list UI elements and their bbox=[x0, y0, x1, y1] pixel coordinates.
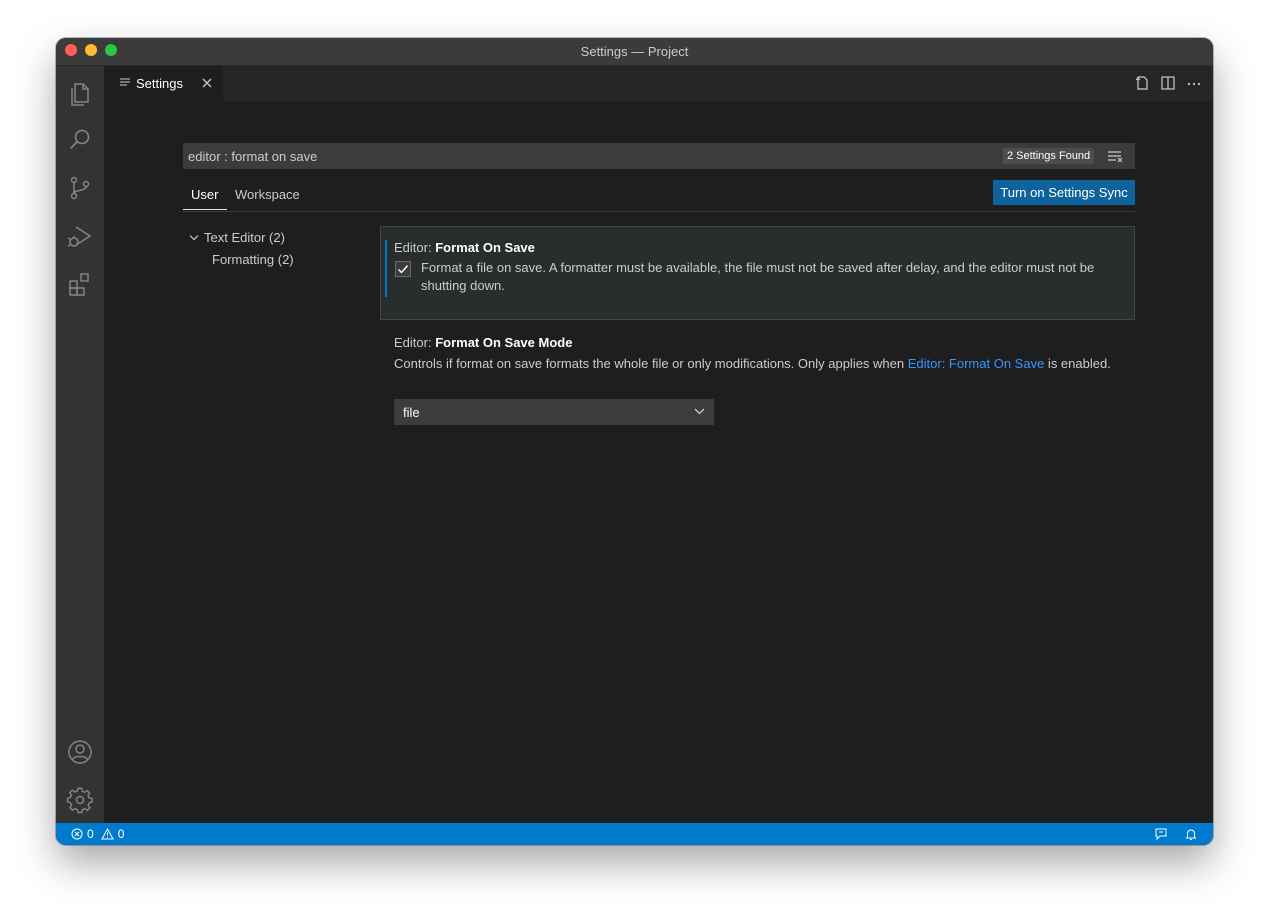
check-icon bbox=[398, 265, 409, 274]
activity-bar bbox=[56, 66, 104, 823]
format-on-save-mode-select[interactable]: file bbox=[394, 399, 714, 425]
format-on-save-link[interactable]: Editor: Format On Save bbox=[908, 356, 1045, 371]
tab-user[interactable]: User bbox=[191, 187, 218, 202]
setting-category: Editor: bbox=[394, 335, 436, 350]
toc-item-formatting[interactable]: Formatting (2) bbox=[212, 252, 294, 267]
vscode-window: Settings — Project Settings editor: for… bbox=[56, 38, 1213, 845]
status-right-items bbox=[1154, 827, 1198, 841]
editor-actions bbox=[1135, 75, 1201, 91]
manage-gear-icon[interactable] bbox=[66, 786, 94, 814]
tab-label: Settings bbox=[136, 76, 183, 91]
extensions-icon[interactable] bbox=[66, 270, 94, 298]
format-on-save-checkbox[interactable] bbox=[395, 261, 411, 277]
toc-group-label: Text Editor (2) bbox=[204, 230, 285, 245]
close-icon[interactable] bbox=[202, 78, 212, 88]
more-actions-icon[interactable] bbox=[1187, 75, 1201, 91]
status-bar: 0 0 bbox=[56, 823, 1213, 845]
settings-list-icon bbox=[120, 78, 130, 86]
feedback-icon[interactable] bbox=[1154, 827, 1168, 841]
minimize-window-button[interactable] bbox=[85, 44, 97, 56]
select-value: file bbox=[403, 405, 420, 420]
notifications-bell-icon[interactable] bbox=[1184, 827, 1198, 841]
problems-indicator[interactable]: 0 0 bbox=[71, 827, 124, 841]
active-tab-indicator bbox=[183, 209, 227, 210]
setting-title: Editor: Format On Save bbox=[394, 240, 535, 255]
clear-filter-icon[interactable] bbox=[1107, 149, 1123, 163]
tab-bar: Settings bbox=[104, 66, 1213, 101]
close-window-button[interactable] bbox=[65, 44, 77, 56]
window-controls bbox=[65, 44, 117, 56]
title-bar: Settings — Project bbox=[56, 38, 1213, 66]
results-count-badge: 2 Settings Found bbox=[1003, 148, 1095, 164]
setting-description-mode: Controls if format on save formats the w… bbox=[394, 355, 1114, 373]
zoom-window-button[interactable] bbox=[105, 44, 117, 56]
source-control-icon[interactable] bbox=[66, 174, 94, 202]
setting-description: Format a file on save. A formatter must … bbox=[421, 260, 1095, 293]
error-icon bbox=[71, 828, 83, 840]
split-editor-icon[interactable] bbox=[1161, 75, 1175, 91]
warning-count: 0 bbox=[117, 827, 125, 841]
setting-category: Editor: bbox=[394, 240, 436, 255]
tab-workspace[interactable]: Workspace bbox=[235, 187, 300, 202]
run-debug-icon[interactable] bbox=[66, 222, 94, 250]
error-count: 0 bbox=[87, 827, 94, 841]
description-text-end: is enabled. bbox=[1044, 356, 1111, 371]
focus-indicator bbox=[385, 240, 387, 297]
search-input[interactable] bbox=[183, 143, 983, 169]
setting-name: Format On Save bbox=[435, 240, 535, 255]
tab-settings[interactable]: Settings bbox=[104, 66, 223, 101]
turn-on-settings-sync-button[interactable]: Turn on Settings Sync bbox=[993, 180, 1135, 205]
search-icon[interactable] bbox=[66, 126, 94, 154]
description-text: Controls if format on save formats the w… bbox=[394, 356, 908, 371]
setting-name: Format On Save Mode bbox=[435, 335, 573, 350]
settings-editor: Settings editor: format on save 2 Setti… bbox=[104, 66, 1213, 823]
setting-title-mode: Editor: Format On Save Mode bbox=[394, 335, 572, 350]
explorer-icon[interactable] bbox=[66, 78, 94, 106]
toc-item-text-editor[interactable]: Text Editor (2) bbox=[183, 228, 333, 248]
warning-icon bbox=[100, 828, 114, 840]
setting-format-on-save: Editor: Format On Save Format a file on … bbox=[380, 226, 1135, 320]
accounts-icon[interactable] bbox=[66, 738, 94, 766]
window-title: Settings — Project bbox=[580, 44, 689, 59]
chevron-down-icon bbox=[189, 235, 199, 241]
chevron-down-icon bbox=[694, 408, 705, 415]
settings-search: 2 Settings Found bbox=[183, 143, 1135, 169]
open-settings-json-icon[interactable] bbox=[1135, 75, 1149, 91]
